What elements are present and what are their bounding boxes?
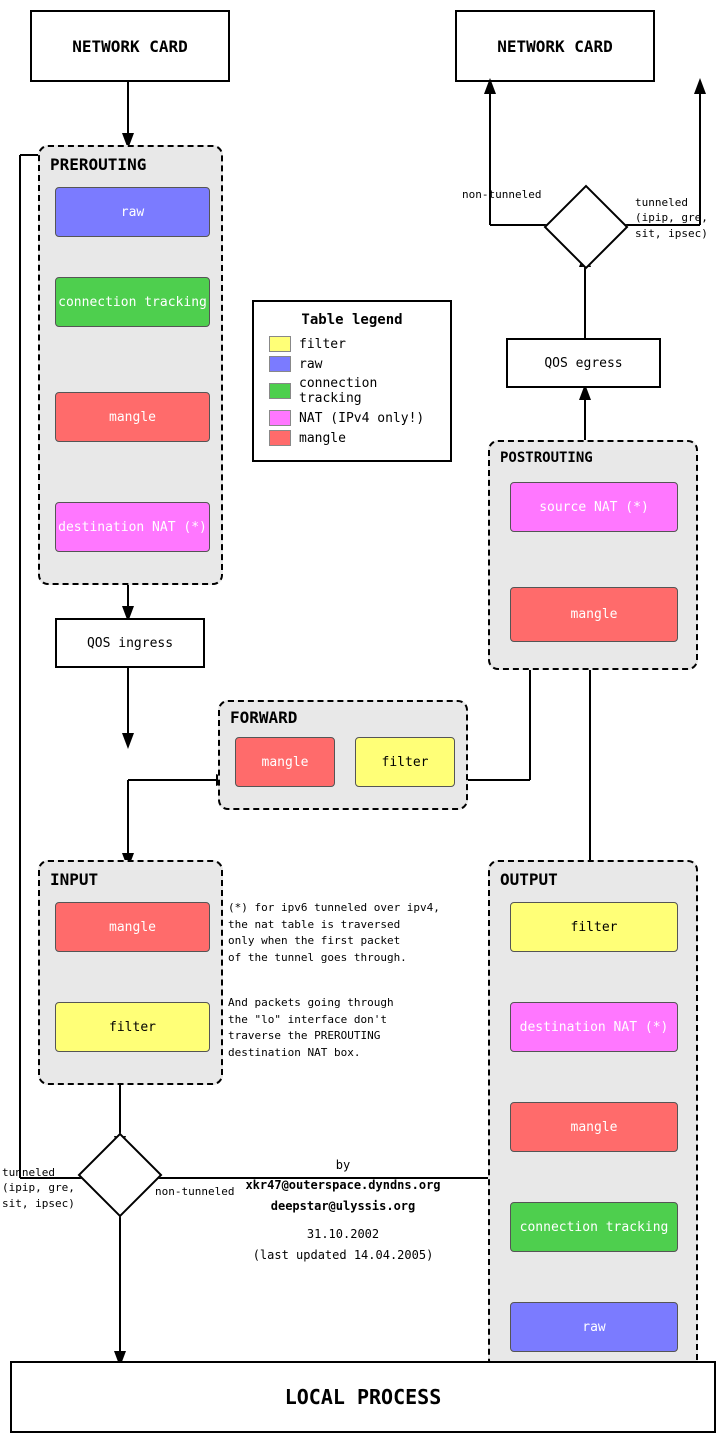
- credit-updated: (last updated 14.04.2005): [228, 1245, 458, 1265]
- tunneled-label-bottom: tunneled (ipip, gre, sit, ipsec): [2, 1165, 75, 1211]
- postrouting-label: POSTROUTING: [500, 450, 593, 466]
- local-process-bar: LOCAL PROCESS: [10, 1361, 716, 1433]
- postrouting-box: POSTROUTING source NAT (*) mangle: [488, 440, 698, 670]
- footnote-2: And packets going through the "lo" inter…: [228, 995, 458, 1061]
- non-tunneled-label-bottom: non-tunneled: [155, 1185, 234, 1198]
- post-mangle-box: mangle: [510, 587, 678, 642]
- legend-color-mangle: [269, 430, 291, 446]
- qos-egress-label: QOS egress: [544, 356, 622, 371]
- out-raw-box: raw: [510, 1302, 678, 1352]
- forward-box: FORWARD mangle filter: [218, 700, 468, 810]
- forward-label: FORWARD: [230, 708, 297, 727]
- legend-title: Table legend: [269, 312, 435, 328]
- non-tunneled-right: non-tunneled: [462, 188, 541, 201]
- fwd-filter-box: filter: [355, 737, 455, 787]
- credit-date: 31.10.2002: [228, 1224, 458, 1244]
- qos-egress-box: QOS egress: [506, 338, 661, 388]
- credit-by: by: [228, 1155, 458, 1175]
- local-process-label: LOCAL PROCESS: [285, 1385, 442, 1409]
- footnote-1: (*) for ipv6 tunneled over ipv4, the nat…: [228, 900, 458, 966]
- input-label: INPUT: [50, 870, 98, 889]
- qos-ingress-label: QOS ingress: [87, 636, 173, 651]
- out-filter-box: filter: [510, 902, 678, 952]
- post-snat-box: source NAT (*): [510, 482, 678, 532]
- pre-mangle-box: mangle: [55, 392, 210, 442]
- credit-section: by xkr47@outerspace.dyndns.org deepstar@…: [228, 1155, 458, 1265]
- out-conntrack-box: connection tracking: [510, 1202, 678, 1252]
- pre-conntrack-box: connection tracking: [55, 277, 210, 327]
- input-box: INPUT mangle filter: [38, 860, 223, 1085]
- legend-color-filter: [269, 336, 291, 352]
- out-dnat-box: destination NAT (*): [510, 1002, 678, 1052]
- right-top-diamond: [556, 197, 616, 257]
- legend-item-mangle: mangle: [269, 430, 435, 446]
- credit-line2: deepstar@ulyssis.org: [228, 1196, 458, 1216]
- bottom-diamond: [90, 1145, 150, 1205]
- diagram: NETWORK CARD NETWORK CARD PREROUTING raw…: [0, 0, 726, 1443]
- legend-item-raw: raw: [269, 356, 435, 372]
- pre-dnat-box: destination NAT (*): [55, 502, 210, 552]
- out-mangle-box: mangle: [510, 1102, 678, 1152]
- legend-color-raw: [269, 356, 291, 372]
- network-card-right: NETWORK CARD: [455, 10, 655, 82]
- prerouting-label: PREROUTING: [50, 155, 146, 174]
- in-filter-box: filter: [55, 1002, 210, 1052]
- output-label: OUTPUT: [500, 870, 558, 889]
- tunneled-right: tunneled (ipip, gre, sit, ipsec): [635, 195, 708, 241]
- credit-line1: xkr47@outerspace.dyndns.org: [228, 1175, 458, 1195]
- prerouting-box: PREROUTING raw connection tracking mangl…: [38, 145, 223, 585]
- legend-box: Table legend filter raw connection track…: [252, 300, 452, 462]
- legend-item-nat: NAT (IPv4 only!): [269, 410, 435, 426]
- qos-ingress-box: QOS ingress: [55, 618, 205, 668]
- pre-raw-box: raw: [55, 187, 210, 237]
- fwd-mangle-box: mangle: [235, 737, 335, 787]
- legend-item-conntrack: connection tracking: [269, 376, 435, 406]
- legend-color-conntrack: [269, 383, 291, 399]
- legend-item-filter: filter: [269, 336, 435, 352]
- in-mangle-box: mangle: [55, 902, 210, 952]
- legend-color-nat: [269, 410, 291, 426]
- network-card-left: NETWORK CARD: [30, 10, 230, 82]
- output-box: OUTPUT filter destination NAT (*) mangle…: [488, 860, 698, 1370]
